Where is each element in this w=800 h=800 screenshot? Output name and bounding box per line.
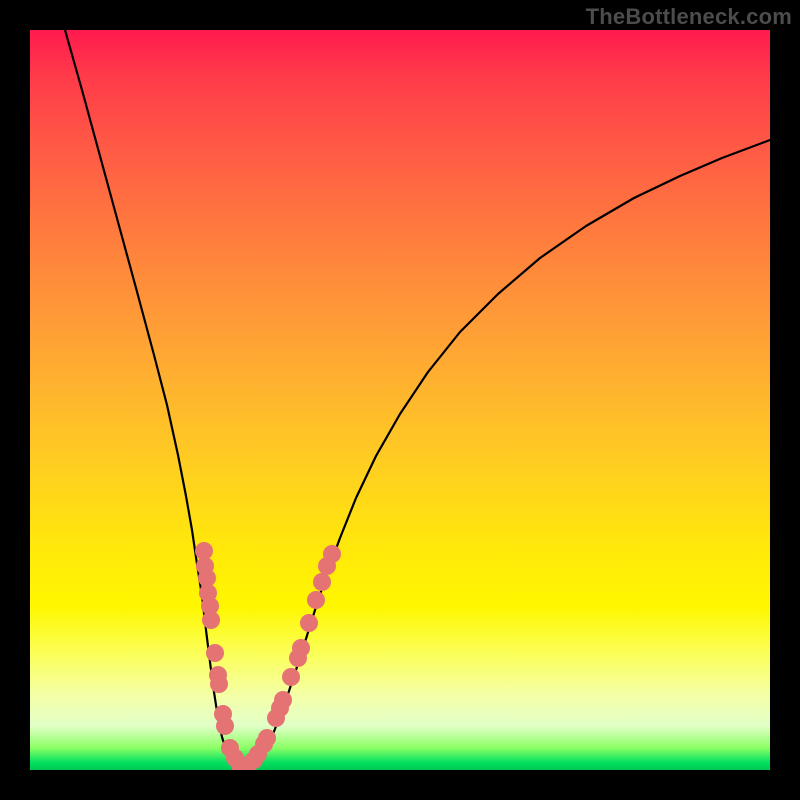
watermark-text: TheBottleneck.com <box>586 4 792 30</box>
data-point <box>216 717 234 735</box>
data-point <box>274 691 292 709</box>
chart-plot-area <box>30 30 770 770</box>
chart-svg <box>30 30 770 770</box>
bottleneck-curve <box>65 30 770 770</box>
data-point <box>313 573 331 591</box>
data-point <box>307 591 325 609</box>
chart-frame: TheBottleneck.com <box>0 0 800 800</box>
data-point <box>300 614 318 632</box>
data-point <box>282 668 300 686</box>
data-point <box>323 545 341 563</box>
data-point <box>206 644 224 662</box>
data-point <box>292 639 310 657</box>
data-point <box>202 611 220 629</box>
data-point <box>258 729 276 747</box>
data-point <box>210 675 228 693</box>
